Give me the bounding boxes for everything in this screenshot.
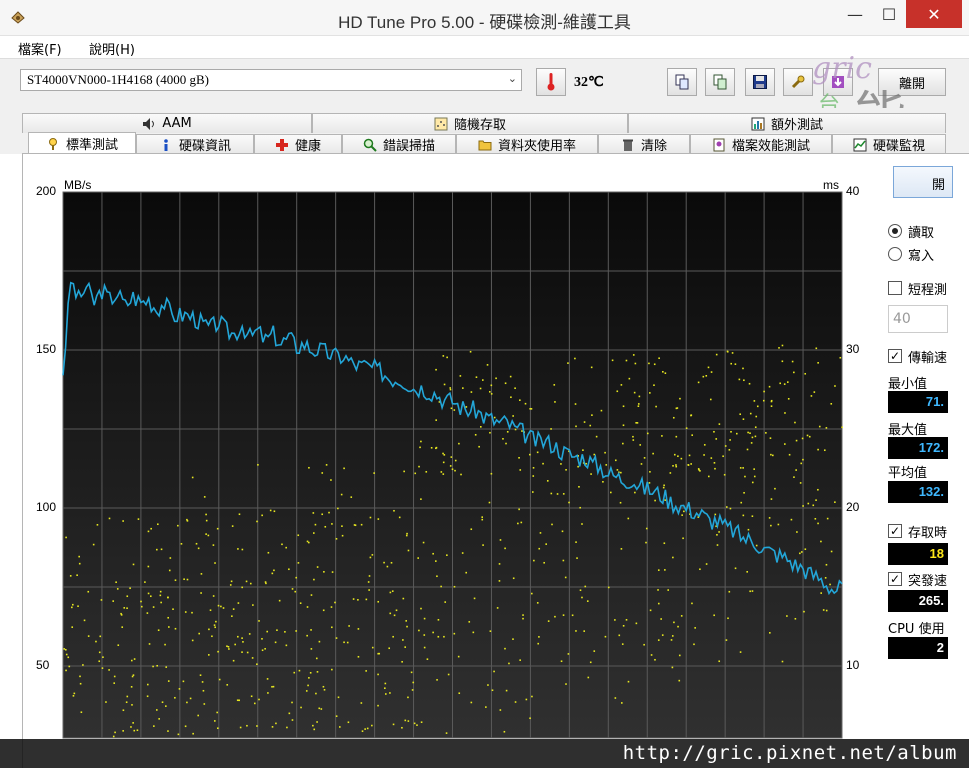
tab-erase[interactable]: 清除 [598, 134, 690, 154]
close-button[interactable]: ✕ [906, 0, 962, 28]
drive-select-value: ST4000VN000-1H4168 (4000 gB) [27, 72, 209, 87]
wrench-options-icon [791, 75, 805, 89]
temperature-value: 32℃ [574, 75, 604, 90]
menu-help[interactable]: 說明(H) [89, 39, 135, 58]
tab-health-label: 健康 [294, 139, 321, 154]
right-tick-label: 20 [846, 500, 860, 514]
left-axis-unit: MB/s [64, 178, 92, 192]
access-time-value: 18 [888, 543, 948, 565]
write-radio[interactable] [888, 247, 902, 261]
thermometer-icon [547, 73, 555, 91]
short-test-label: 短程測 [908, 283, 948, 298]
start-button[interactable]: 開 [893, 166, 953, 198]
tab-benchmark-label: 標準測試 [65, 138, 118, 153]
benchmark-icon [48, 137, 57, 150]
watermark-url: http://gric.pixnet.net/album [622, 742, 957, 764]
tab-aam-label: AAM [162, 116, 192, 131]
drive-select[interactable]: ST4000VN000-1H4168 (4000 gB) ⌄ [20, 69, 522, 91]
menu-bar: 檔案(F) 說明(H) [0, 36, 969, 58]
tab-random-access[interactable]: 隨機存取 [312, 113, 628, 133]
transfer-rate-checkbox[interactable]: ✓ [888, 349, 902, 363]
maximize-button[interactable]: ☐ [872, 0, 906, 28]
save-button[interactable] [745, 68, 775, 96]
max-value: 172. [888, 437, 948, 459]
tab-folder-usage[interactable]: 資料夾使用率 [456, 134, 598, 154]
tab-error-scan-label: 錯誤掃描 [382, 139, 435, 154]
avg-value: 132. [888, 481, 948, 503]
short-test-input[interactable]: 40 [888, 305, 948, 333]
tab-file-benchmark[interactable]: 檔案效能測試 [690, 134, 832, 154]
health-cross-icon [275, 138, 288, 151]
title-bar: HD Tune Pro 5.00 - 硬碟檢測-維護工具 — ☐ ✕ [0, 0, 969, 36]
copy-icon [675, 74, 689, 90]
tab-drive-info[interactable]: 硬碟資訊 [136, 134, 254, 154]
tab-file-benchmark-label: 檔案效能測試 [731, 139, 810, 154]
window-title: HD Tune Pro 5.00 - 硬碟檢測-維護工具 [338, 13, 631, 32]
options-button[interactable] [783, 68, 813, 96]
random-access-icon [434, 117, 448, 130]
left-tick-label: 100 [36, 500, 57, 514]
min-label: 最小值 [888, 377, 928, 392]
extra-test-icon [751, 117, 765, 130]
benchmark-panel [22, 153, 969, 768]
trash-icon [622, 139, 633, 151]
right-tick-label: 40 [846, 184, 860, 198]
min-value: 71. [888, 391, 948, 413]
read-label: 讀取 [908, 226, 935, 241]
left-tick-label: 150 [36, 342, 57, 356]
avg-label: 平均值 [888, 466, 928, 481]
tab-folder-usage-label: 資料夾使用率 [497, 139, 576, 154]
temperature-button[interactable] [536, 68, 566, 96]
transfer-rate-label: 傳輸速 [908, 351, 948, 366]
toolbar: ST4000VN000-1H4168 (4000 gB) ⌄ 32℃ 離開 [0, 58, 969, 108]
tab-health[interactable]: 健康 [254, 134, 342, 154]
access-time-label: 存取時 [908, 526, 948, 541]
tab-benchmark[interactable]: 標準測試 [28, 132, 136, 154]
exit-button[interactable]: 離開 [878, 68, 946, 96]
copy-screenshot-button[interactable] [705, 68, 735, 96]
tab-drive-monitor[interactable]: 硬碟監視 [832, 134, 946, 154]
file-benchmark-icon [713, 138, 725, 151]
write-label: 寫入 [908, 249, 935, 264]
left-tick-label: 200 [36, 184, 57, 198]
burst-rate-label: 突發速 [908, 574, 948, 589]
burst-rate-value: 265. [888, 590, 948, 612]
right-axis-unit: ms [823, 178, 839, 192]
floppy-save-icon [753, 75, 767, 89]
tab-random-access-label: 隨機存取 [453, 118, 506, 133]
burst-rate-checkbox[interactable]: ✓ [888, 572, 902, 586]
left-tick-label: 50 [36, 658, 50, 672]
right-tick-label: 10 [846, 658, 860, 672]
max-label: 最大值 [888, 423, 928, 438]
speaker-icon [143, 117, 155, 130]
copy-image-icon [713, 74, 727, 90]
read-radio[interactable] [888, 224, 902, 238]
download-button[interactable] [823, 68, 853, 96]
monitor-icon [853, 138, 867, 151]
menu-file[interactable]: 檔案(F) [18, 39, 62, 58]
info-icon [164, 138, 168, 151]
folder-icon [478, 140, 492, 150]
tab-extra-tests-label: 額外測試 [770, 118, 823, 133]
copy-info-button[interactable] [667, 68, 697, 96]
tab-aam[interactable]: AAM [22, 113, 312, 133]
cpu-usage-value: 2 [888, 637, 948, 659]
magnifier-icon [363, 138, 377, 152]
start-button-label: 開 [932, 178, 946, 193]
chevron-down-icon: ⌄ [507, 73, 517, 85]
tab-strip: AAM 隨機存取 額外測試 標準測試 硬碟資訊 健康 錯誤掃描 資料夾使用率 清… [0, 108, 969, 154]
minimize-button[interactable]: — [838, 0, 872, 28]
cpu-usage-label: CPU 使用 [888, 622, 945, 637]
tab-drive-info-label: 硬碟資訊 [178, 139, 231, 154]
tab-erase-label: 清除 [640, 139, 667, 154]
tab-drive-monitor-label: 硬碟監視 [872, 139, 925, 154]
tab-extra-tests[interactable]: 額外測試 [628, 113, 946, 133]
tab-error-scan[interactable]: 錯誤掃描 [342, 134, 456, 154]
short-test-checkbox[interactable] [888, 281, 902, 295]
right-tick-label: 30 [846, 342, 860, 356]
access-time-checkbox[interactable]: ✓ [888, 524, 902, 538]
download-arrow-icon [832, 76, 844, 88]
